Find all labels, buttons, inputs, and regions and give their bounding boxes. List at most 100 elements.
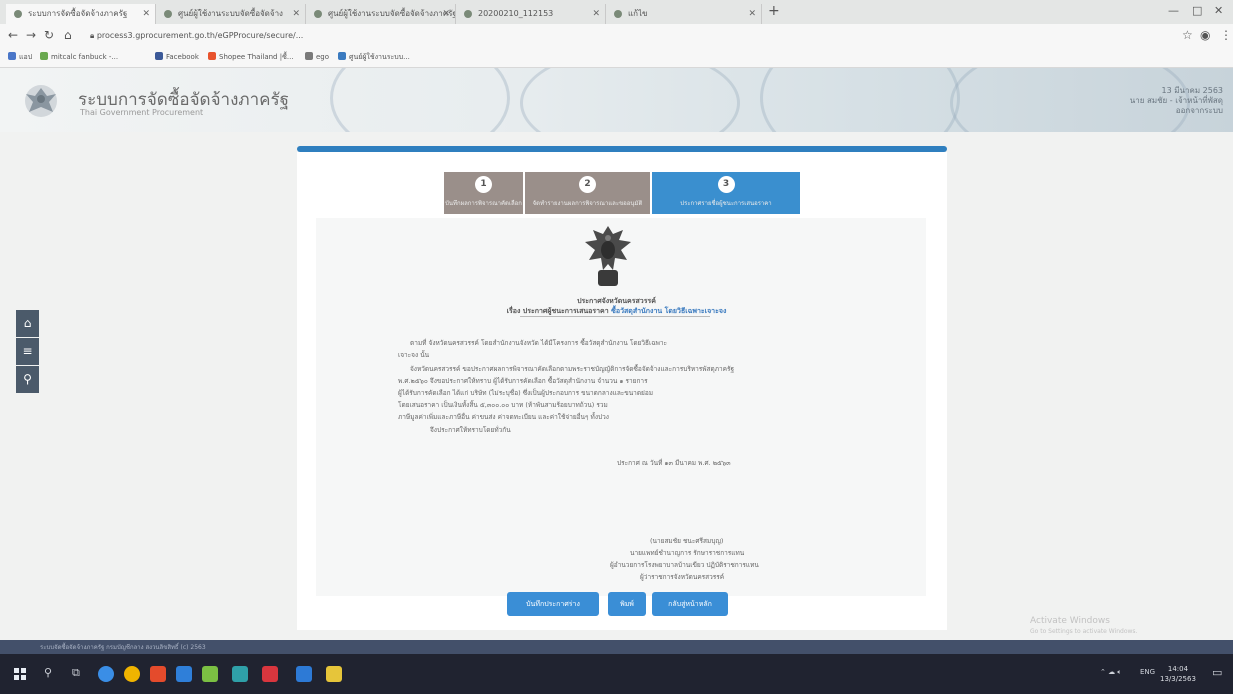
app-icon[interactable] xyxy=(202,666,218,682)
notification-icon[interactable]: ▭ xyxy=(1212,666,1222,679)
document-date: ประกาศ ณ วันที่ ๑๓ มีนาคม พ.ศ. ๒๕๖๓ xyxy=(617,459,731,467)
print-button[interactable]: พิมพ์ xyxy=(608,592,646,616)
bookmark-item[interactable]: แอป xyxy=(8,52,32,63)
edge-icon[interactable] xyxy=(98,666,114,682)
search-icon[interactable]: ⚲ xyxy=(16,366,39,393)
favicon-icon xyxy=(14,10,22,18)
document-line: เจาะจง นั้น xyxy=(398,351,430,359)
bookmark-icon xyxy=(338,52,346,60)
word-icon[interactable] xyxy=(296,666,312,682)
clock-date: 13/3/2563 xyxy=(1160,675,1196,683)
new-tab-button[interactable]: + xyxy=(768,3,780,19)
step-number: 1 xyxy=(475,176,492,193)
browser-tab[interactable]: ระบบการจัดซื้อจัดจ้างภาครัฐ ✕ xyxy=(6,4,156,24)
step-label: บันทึกผลการพิจารณาคัดเลือก xyxy=(445,200,522,207)
app-icon[interactable] xyxy=(232,666,248,682)
shopee-icon xyxy=(208,52,216,60)
task-view-icon[interactable]: ⧉ xyxy=(72,666,80,680)
close-icon[interactable]: ✕ xyxy=(442,4,450,24)
reload-icon[interactable]: ↻ xyxy=(44,28,54,42)
close-icon[interactable]: ✕ xyxy=(142,4,150,24)
signer-position: นายแพทย์ชำนาญการ รักษาราชการแทน xyxy=(630,549,745,557)
favicon-icon xyxy=(464,10,472,18)
bookmark-icon xyxy=(40,52,48,60)
site-subtitle: Thai Government Procurement xyxy=(80,108,204,117)
star-icon[interactable]: ☆ xyxy=(1182,28,1193,42)
more-menu-icon[interactable]: ⋮ xyxy=(1220,28,1232,42)
tab-title: ศูนย์ผู้ใช้งานระบบจัดซื้อจัดจ้างภาครัฐ xyxy=(328,9,456,18)
app-icon[interactable] xyxy=(262,666,278,682)
minimize-icon[interactable]: — xyxy=(1168,4,1179,17)
maximize-icon[interactable]: □ xyxy=(1192,4,1202,17)
bookmark-item[interactable]: ego xyxy=(305,52,329,61)
app-icon[interactable] xyxy=(326,666,342,682)
language-indicator[interactable]: ENG xyxy=(1140,668,1155,676)
close-icon[interactable]: ✕ xyxy=(748,4,756,24)
bookmark-label: Shopee Thailand |ซื้... xyxy=(219,53,294,61)
app-icon[interactable] xyxy=(150,666,166,682)
site-footer: ระบบจัดซื้อจัดจ้างภาครัฐ กรมบัญชีกลาง สง… xyxy=(0,640,1233,654)
browser-tab[interactable]: แก้ไข ✕ xyxy=(606,4,762,24)
back-arrow-icon[interactable]: ← xyxy=(8,28,18,42)
explorer-icon[interactable] xyxy=(176,666,192,682)
bookmark-item[interactable]: Facebook xyxy=(155,52,199,61)
header-decoration xyxy=(330,68,510,132)
address-bar-row: ← → ↻ ⌂ 🔒︎ process3.gprocurement.go.th/e… xyxy=(0,24,1233,48)
bookmarks-bar: แอป mitcalc fanbuck -... Facebook Shopee… xyxy=(0,48,1233,68)
windows-start-icon[interactable] xyxy=(14,668,26,680)
bookmark-label: ego xyxy=(316,53,330,61)
step-2[interactable]: 2 จัดทำรายงานผลการพิจารณาและขออนุมัติ xyxy=(525,172,650,214)
url-input[interactable]: 🔒︎ process3.gprocurement.go.th/eGPProcur… xyxy=(90,28,1170,44)
browser-tab[interactable]: ศูนย์ผู้ใช้งานระบบจัดซื้อจัดจ้างภาครัฐ ✕ xyxy=(306,4,456,24)
favicon-icon xyxy=(314,10,322,18)
browser-tab[interactable]: 20200210_112153 ✕ xyxy=(456,4,606,24)
browser-tab[interactable]: ศูนย์ผู้ใช้งานระบบจัดซื้อจัดจ้าง ✕ xyxy=(156,4,306,24)
footer-text: ระบบจัดซื้อจัดจ้างภาครัฐ กรมบัญชีกลาง สง… xyxy=(40,644,206,651)
system-tray-icons[interactable]: ⌃ ☁ 🔈︎ xyxy=(1100,668,1122,677)
forward-arrow-icon[interactable]: → xyxy=(26,28,36,42)
document-line: พ.ศ.๒๕๖๐ จึงขอประกาศให้ทราบ ผู้ได้รับการ… xyxy=(398,377,648,385)
user-date: 13 มีนาคม 2563 xyxy=(1161,86,1223,95)
chrome-icon[interactable] xyxy=(124,666,140,682)
document-line: จังหวัดนครสวรรค์ ขอประกาศผลการพิจารณาคัด… xyxy=(410,365,735,373)
document-line: ผู้ได้รับการคัดเลือก ได้แก่ บริษัท (ไม่ร… xyxy=(398,389,654,397)
header-decoration xyxy=(760,68,960,132)
header-decoration xyxy=(520,68,740,132)
save-draft-button[interactable]: บันทึกประกาศร่าง xyxy=(507,592,599,616)
document-line: ภาษีมูลค่าเพิ่มและภาษีอื่น ค่าขนส่ง ค่าจ… xyxy=(398,413,609,421)
step-number: 2 xyxy=(579,176,596,193)
close-icon[interactable]: ✕ xyxy=(292,4,300,24)
windows-taskbar: ⚲ ⧉ ⌃ ☁ 🔈︎ ENG 14:04 13/3/2563 ▭ xyxy=(0,654,1233,694)
site-header: ระบบการจัดซื้อจัดจ้างภาครัฐ Thai Governm… xyxy=(0,68,1233,132)
tab-title: ศูนย์ผู้ใช้งานระบบจัดซื้อจัดจ้าง xyxy=(178,9,283,18)
divider xyxy=(520,316,710,317)
bookmark-item[interactable]: Shopee Thailand |ซื้... xyxy=(208,52,294,63)
bookmark-item[interactable]: ศูนย์ผู้ใช้งานระบบ... xyxy=(338,52,410,63)
logout-link[interactable]: ออกจากระบบ xyxy=(1130,106,1223,116)
step-label: ประกาศรายชื่อผู้ชนะการเสนอราคา xyxy=(680,200,772,207)
account-icon[interactable]: ◉ xyxy=(1200,28,1210,42)
window-close-icon[interactable]: ✕ xyxy=(1214,4,1223,17)
home-icon[interactable]: ⌂ xyxy=(64,28,72,42)
bookmark-label: Facebook xyxy=(166,53,199,61)
step-number: 3 xyxy=(717,176,735,193)
clock-time: 14:04 xyxy=(1167,665,1189,673)
search-icon[interactable]: ⚲ xyxy=(44,666,52,679)
menu-icon[interactable]: ≡ xyxy=(16,338,39,365)
garuda-emblem-icon xyxy=(585,226,631,286)
step-3[interactable]: 3 ประกาศรายชื่อผู้ชนะการเสนอราคา xyxy=(652,172,800,214)
subject-highlight: ซื้อวัสดุสำนักงาน โดยวิธีเฉพาะเจาะจง xyxy=(611,307,727,315)
step-1[interactable]: 1 บันทึกผลการพิจารณาคัดเลือก xyxy=(444,172,523,214)
subject-prefix: เรื่อง ประกาศผู้ชนะการเสนอราคา xyxy=(506,307,609,315)
clock[interactable]: 14:04 13/3/2563 xyxy=(1160,664,1196,684)
back-home-button[interactable]: กลับสู่หน้าหลัก xyxy=(652,592,728,616)
close-icon[interactable]: ✕ xyxy=(592,4,600,24)
signer-position: ผู้ว่าราชการจังหวัดนครสวรรค์ xyxy=(640,573,725,581)
tab-title: 20200210_112153 xyxy=(478,9,554,18)
bookmark-item[interactable]: mitcalc fanbuck -... xyxy=(40,52,118,61)
signer-position: ผู้อำนวยการโรงพยาบาลบ้านเขียว ปฏิบัติราช… xyxy=(610,561,759,569)
activate-windows-title: Activate Windows xyxy=(1030,616,1110,626)
garuda-logo-icon xyxy=(25,85,57,117)
activate-windows-subtitle: Go to Settings to activate Windows. xyxy=(1030,628,1138,635)
signer-name: (นายสมชัย ชนะศรีสมบุญ) xyxy=(650,537,724,545)
